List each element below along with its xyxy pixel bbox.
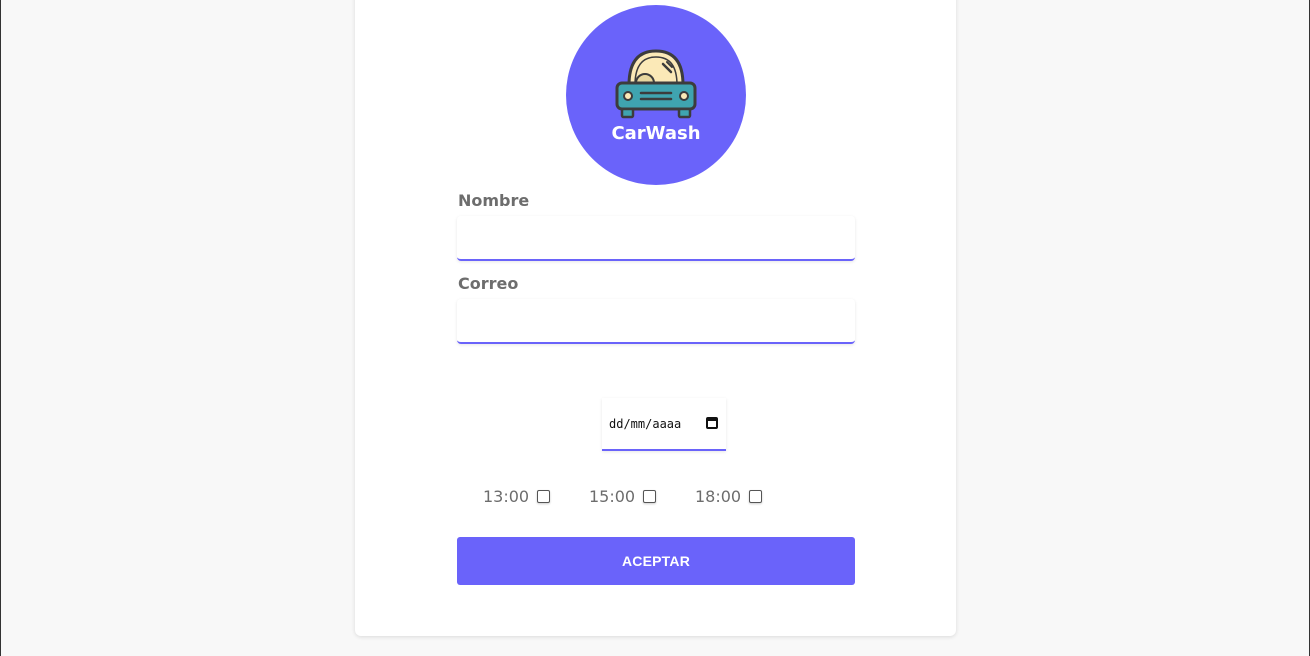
time-option-1300: 13:00 <box>483 487 551 506</box>
date-input[interactable]: dd/mm/aaaa <box>602 398 726 451</box>
time-checkbox-1300[interactable] <box>537 490 551 503</box>
calendar-icon[interactable] <box>706 417 718 429</box>
brand-name: CarWash <box>611 123 701 144</box>
date-placeholder: dd/mm/aaaa <box>609 416 682 431</box>
time-option-1800: 18:00 <box>695 487 763 506</box>
email-label: Correo <box>458 274 519 293</box>
name-label: Nombre <box>458 191 530 210</box>
time-option-1500: 15:00 <box>589 487 657 506</box>
time-label: 15:00 <box>589 487 636 506</box>
time-label: 18:00 <box>695 487 742 506</box>
car-icon <box>615 49 697 119</box>
email-input[interactable] <box>457 299 855 344</box>
accept-button[interactable]: ACEPTAR <box>457 537 855 585</box>
brand-logo: CarWash <box>566 5 746 185</box>
time-checkbox-1500[interactable] <box>643 490 657 503</box>
name-input[interactable] <box>457 216 855 261</box>
time-checkbox-1800[interactable] <box>749 490 763 503</box>
time-label: 13:00 <box>483 487 530 506</box>
